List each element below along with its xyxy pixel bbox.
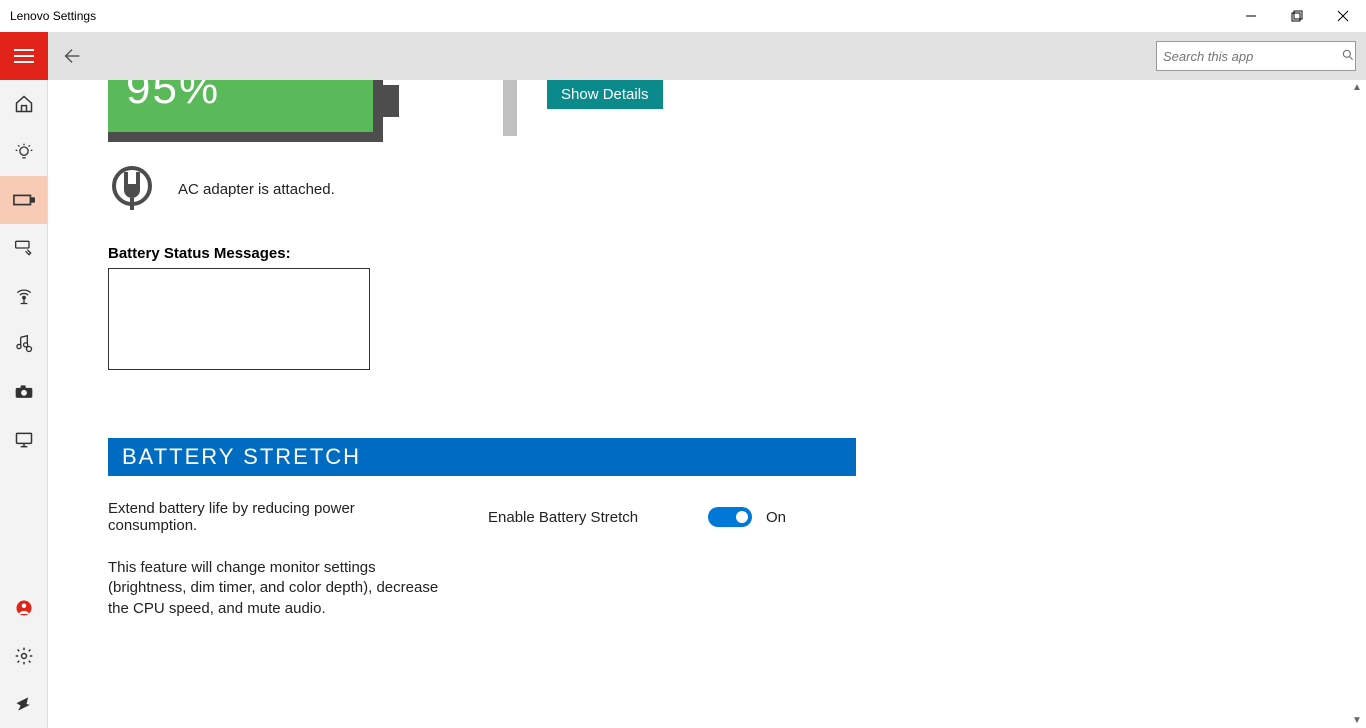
app-toolbar bbox=[0, 32, 1366, 80]
battery-status-messages-label: Battery Status Messages: bbox=[108, 245, 1306, 262]
close-button[interactable] bbox=[1320, 0, 1366, 32]
inner-scrollbar-thumb[interactable] bbox=[503, 80, 517, 136]
sidebar-item-media[interactable] bbox=[0, 320, 47, 368]
back-button[interactable] bbox=[48, 32, 96, 80]
search-icon bbox=[1341, 48, 1355, 65]
scroll-down-icon[interactable]: ▼ bbox=[1352, 715, 1362, 726]
sidebar-item-account[interactable] bbox=[0, 584, 47, 632]
maximize-button[interactable] bbox=[1274, 0, 1320, 32]
search-box[interactable] bbox=[1156, 41, 1356, 71]
window-title: Lenovo Settings bbox=[10, 9, 96, 23]
sidebar-item-network[interactable] bbox=[0, 272, 47, 320]
content-scrollbar[interactable]: ▲ ▼ bbox=[1349, 160, 1366, 728]
sidebar-item-feedback[interactable] bbox=[0, 680, 47, 728]
sidebar-item-home[interactable] bbox=[0, 80, 47, 128]
enable-battery-stretch-label: Enable Battery Stretch bbox=[488, 509, 668, 526]
battery-stretch-toggle-state: On bbox=[766, 509, 786, 526]
window-titlebar: Lenovo Settings bbox=[0, 0, 1366, 32]
battery-status-messages-box bbox=[108, 268, 370, 370]
minimize-button[interactable] bbox=[1228, 0, 1274, 32]
scroll-up-icon[interactable]: ▲ bbox=[1352, 82, 1362, 93]
search-input[interactable] bbox=[1163, 49, 1341, 64]
battery-stretch-header: BATTERY STRETCH bbox=[108, 438, 856, 476]
battery-percent: 95% bbox=[108, 80, 220, 98]
ac-status-text: AC adapter is attached. bbox=[178, 181, 335, 198]
sidebar-item-camera[interactable] bbox=[0, 368, 47, 416]
battery-stretch-summary: Extend battery life by reducing power co… bbox=[108, 500, 448, 534]
show-details-button[interactable]: Show Details bbox=[547, 80, 663, 109]
sidebar-item-settings[interactable] bbox=[0, 632, 47, 680]
battery-stretch-description: This feature will change monitor setting… bbox=[108, 558, 458, 619]
sidebar-item-display[interactable] bbox=[0, 416, 47, 464]
sidebar-item-power[interactable] bbox=[0, 176, 47, 224]
battery-gauge: 95% bbox=[108, 80, 383, 142]
sidebar-item-idea[interactable] bbox=[0, 128, 47, 176]
battery-stretch-toggle[interactable] bbox=[708, 507, 752, 527]
sidebar-nav bbox=[0, 80, 48, 728]
plug-icon bbox=[108, 164, 156, 215]
hamburger-menu-button[interactable] bbox=[0, 32, 48, 80]
main-content: 95% Show Details AC adapter is attached.… bbox=[48, 80, 1366, 728]
sidebar-item-input[interactable] bbox=[0, 224, 47, 272]
